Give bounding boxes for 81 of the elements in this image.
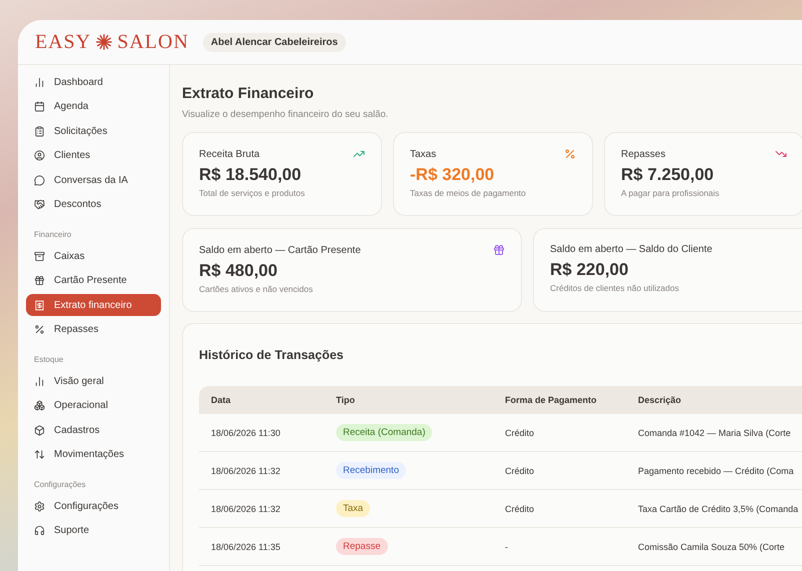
percent-icon <box>34 324 45 335</box>
card-note: Total de serviços e produtos <box>199 188 306 198</box>
table-cell: - <box>493 528 626 566</box>
nav-item[interactable]: Movimentações <box>26 444 161 466</box>
column-header: Tipo <box>324 386 493 414</box>
page-subtitle: Visualize o desempenho financeiro do seu salão. <box>182 109 390 120</box>
type-tag: Recebimento <box>336 462 406 479</box>
table-cell: Crédito <box>493 490 626 528</box>
card-label: Receita Bruta <box>199 148 260 160</box>
clipboard-icon <box>34 126 45 136</box>
card-value: R$ 220,00 <box>550 260 630 280</box>
card-value: -R$ 320,00 <box>410 165 496 185</box>
table-cell: Crédito <box>493 414 626 452</box>
card-note: Créditos de clientes não utilizados <box>550 283 680 293</box>
nav-item[interactable]: Operacional <box>26 394 161 416</box>
section-heading: Histórico de Transações <box>199 348 345 362</box>
box-icon <box>34 424 45 436</box>
receipt-icon <box>34 300 45 310</box>
card-value: R$ 7.250,00 <box>621 165 715 185</box>
gift-icon <box>34 275 45 286</box>
archive-icon <box>34 250 45 262</box>
type-tag: Repasse <box>336 538 388 555</box>
table-cell: Pagamento recebido — Crédito (Coma <box>626 452 802 490</box>
nav-item[interactable]: Cartão Presente <box>26 270 161 292</box>
nav-item[interactable]: Repasses <box>26 318 161 340</box>
table-cell: 18/06/2026 11:30 <box>199 414 324 452</box>
nav-item[interactable]: Conversas da IA <box>26 169 161 191</box>
column-header: Forma de Pagamento <box>493 386 626 414</box>
nav-item[interactable]: Configurações <box>26 495 161 517</box>
card-value: R$ 480,00 <box>199 261 278 281</box>
card-value: R$ 18.540,00 <box>199 165 302 185</box>
trend-down-icon <box>775 148 787 160</box>
bar-chart-icon <box>34 76 45 88</box>
boxes-icon <box>34 400 45 411</box>
business-name-badge: Abel Alencar Cabeleireiros <box>202 32 346 52</box>
nav-item[interactable]: Clientes <box>26 144 161 166</box>
percent-icon <box>564 148 576 160</box>
user-circle-icon <box>34 150 45 161</box>
nav-item[interactable]: Suporte <box>26 520 161 542</box>
column-header: Data <box>199 386 324 414</box>
card-label: Saldo em aberto — Saldo do Cliente <box>550 244 712 255</box>
flower-logo-icon <box>95 33 114 51</box>
nav-item[interactable]: Caixas <box>26 245 161 267</box>
nav-item[interactable]: Visão geral <box>26 370 161 392</box>
nav-item[interactable]: Solicitações <box>26 120 161 142</box>
nav-item[interactable]: Descontos <box>26 194 161 216</box>
bar-chart-icon <box>34 376 45 386</box>
card-note: Taxas de meios de pagamento <box>410 188 527 198</box>
up-down-arrows-icon <box>34 449 45 460</box>
handshake-icon <box>34 199 45 210</box>
type-tag: Receita (Comanda) <box>336 424 432 441</box>
table-cell: Comanda #1042 — Maria Silva (Corte <box>626 414 802 452</box>
card-note: Cartões ativos e não vencidos <box>199 284 314 294</box>
column-header: Descrição <box>626 386 802 414</box>
card-note: A pagar para profissionais <box>621 188 720 198</box>
logo-text: SALON <box>117 30 189 54</box>
table-cell: Crédito <box>493 452 626 490</box>
trend-up-icon <box>353 148 365 160</box>
type-tag: Taxa <box>336 500 370 517</box>
section-title: Financeiro <box>33 229 72 241</box>
table-cell: 18/06/2026 11:35 <box>199 528 324 566</box>
card-label: Repasses <box>621 148 666 160</box>
nav-item[interactable]: Dashboard <box>26 71 161 93</box>
nav-item[interactable]: Cadastros <box>26 419 161 441</box>
card-label: Taxas <box>410 148 436 160</box>
card-label: Saldo em aberto — Cartão Presente <box>199 244 361 256</box>
logo-text: EASY <box>35 30 92 54</box>
page-title: Extrato Financeiro <box>182 85 315 102</box>
section-title: Estoque <box>33 354 64 366</box>
table-cell: 18/06/2026 11:32 <box>199 490 324 528</box>
nav-item[interactable]: Extrato financeiro <box>26 294 161 316</box>
headphones-icon <box>34 525 45 536</box>
table-cell: Comissão Camila Souza 50% (Corte <box>626 528 802 566</box>
table-cell: 18/06/2026 11:32 <box>199 452 324 490</box>
table-cell: Taxa Cartão de Crédito 3,5% (Comanda <box>626 490 802 528</box>
calendar-icon <box>34 101 45 112</box>
chat-bubble-icon <box>34 174 45 186</box>
section-title: Configurações <box>33 479 87 491</box>
settings-icon <box>34 500 45 512</box>
gift-icon <box>493 244 505 256</box>
nav-item[interactable]: Agenda <box>26 96 161 118</box>
